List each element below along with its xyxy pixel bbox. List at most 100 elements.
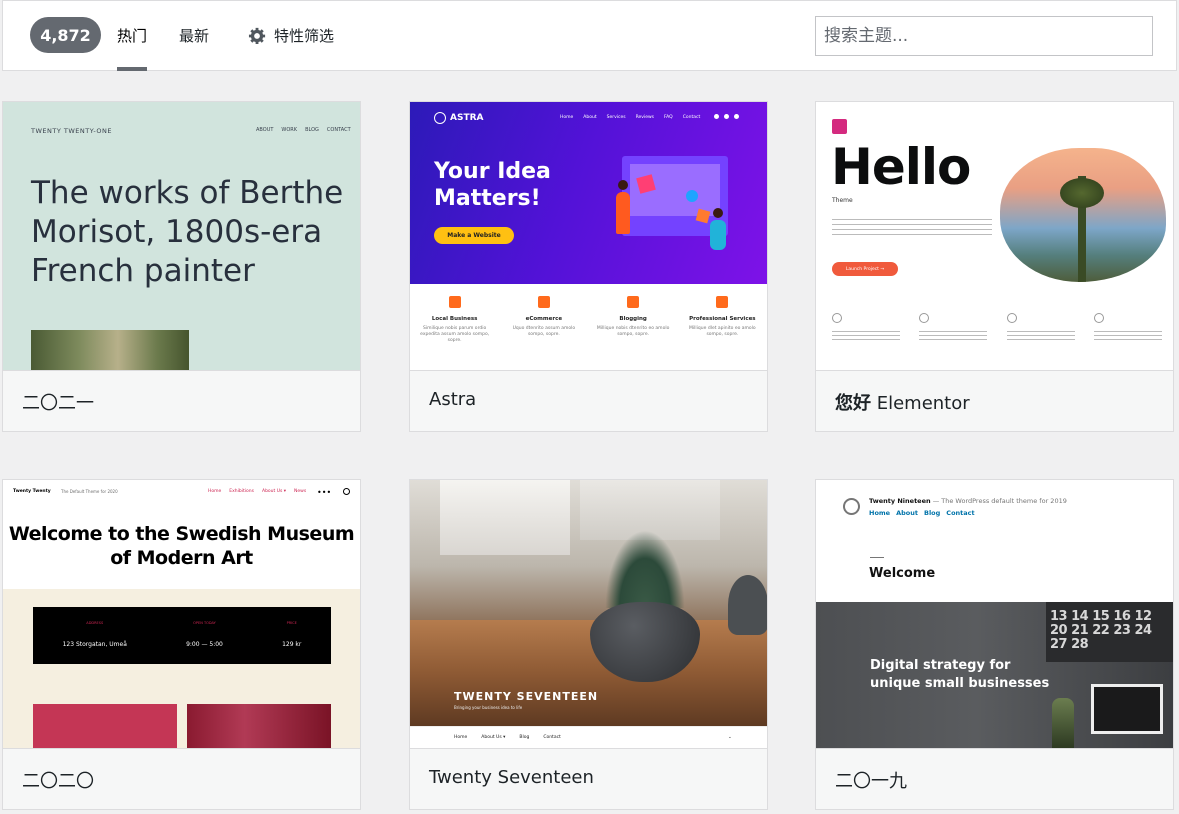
wordpress-logo-icon — [843, 498, 860, 515]
preview-site-title: TWENTY SEVENTEEN — [454, 690, 599, 703]
theme-screenshot[interactable]: Twenty Twenty The Default Theme for 2020… — [3, 480, 360, 748]
preview-nav-item: WORK — [281, 127, 298, 133]
theme-search-input[interactable] — [815, 16, 1153, 56]
preview-nav: Home About Us ▾ Blog Contact ⌄ — [410, 726, 767, 748]
theme-name-en: Elementor — [871, 393, 970, 414]
theme-card-footer: Astra — [410, 370, 767, 431]
preview-nav-item: BLOG — [305, 127, 319, 133]
preview-nav-item: About — [583, 115, 597, 120]
preview-site-name: Twenty Nineteen — [869, 497, 931, 505]
play-icon — [686, 190, 698, 202]
feature-item — [832, 313, 900, 341]
tab-popular[interactable]: 热门 — [117, 25, 148, 71]
preview-headline: Welcome — [869, 566, 936, 581]
preview-brand: Twenty Twenty — [13, 489, 51, 494]
theme-name: 二〇二一 — [22, 393, 94, 414]
preview-nav: Home Exhibitions About Us ▾ News — [208, 489, 306, 494]
preview-cta-button: Launch Project → — [832, 262, 898, 276]
pencil-icon — [627, 296, 640, 308]
lightbulb-icon — [832, 313, 842, 323]
illustration-person-head — [618, 180, 628, 190]
facebook-icon — [714, 114, 719, 119]
info-value: 9:00 — 5:00 — [186, 641, 223, 648]
preview-tagline: Bringing your business idea to life — [454, 705, 523, 710]
info-label: OPEN TODAY — [193, 621, 216, 625]
background-plant — [728, 575, 767, 635]
twitter-icon — [724, 114, 729, 119]
divider — [870, 557, 884, 558]
feature-title: Professional Services — [689, 316, 756, 322]
preview-info-bar: ADDRESS 123 Storgatan, Umeå OPEN TODAY 9:0… — [33, 607, 331, 664]
preview-hero-text: Digital strategy for unique small busine… — [870, 658, 1050, 691]
feature-item — [1093, 313, 1162, 341]
theme-card-twenty-seventeen[interactable]: TWENTY SEVENTEEN Bringing your business … — [409, 479, 768, 810]
theme-screenshot[interactable]: Hello Theme Launch Project → — [816, 102, 1173, 370]
illustration-person-head — [713, 208, 723, 218]
astra-logo-icon — [434, 112, 446, 124]
preview-feature-icons — [832, 313, 1162, 341]
wooden-table — [410, 620, 767, 726]
theme-card-twenty-twenty[interactable]: Twenty Twenty The Default Theme for 2020… — [2, 479, 361, 810]
tab-latest[interactable]: 最新 — [179, 25, 209, 71]
theme-name: 您好 Elementor — [835, 389, 970, 415]
rocket-icon — [1006, 313, 1017, 323]
theme-screenshot[interactable]: Twenty Nineteen — The WordPress default … — [816, 480, 1173, 748]
preview-nav-item: Home — [208, 489, 222, 494]
snowflake-icon — [1093, 313, 1104, 323]
theme-card-footer: 二〇二〇 — [3, 748, 360, 809]
theme-screenshot[interactable]: TWENTY SEVENTEEN Bringing your business … — [410, 480, 767, 748]
theme-name: Astra — [429, 389, 477, 410]
theme-card-footer: Twenty Seventeen — [410, 748, 767, 809]
theme-name: 二〇二〇 — [22, 771, 94, 792]
preview-nav-item: Exhibitions — [229, 489, 254, 494]
theme-screenshot[interactable]: TWENTY TWENTY-ONE ABOUT WORK BLOG CONTAC… — [3, 102, 360, 370]
feature-item: Professional Services Millique dlet apini… — [682, 296, 762, 370]
cart-icon — [537, 296, 550, 308]
feature-text — [1093, 331, 1162, 341]
feature-text — [832, 331, 900, 341]
illustration-person — [710, 220, 726, 250]
cactus-head — [1060, 178, 1104, 208]
theme-screenshot[interactable]: ASTRA Home About Services Reviews FAQ Co… — [410, 102, 767, 370]
info-value: 129 kr — [282, 641, 302, 648]
preview-nav-item: Services — [606, 115, 626, 120]
preview-tagline: The Default Theme for 2020 — [61, 489, 118, 494]
feature-text — [1006, 331, 1075, 341]
preview-nav-item: News — [294, 489, 307, 494]
search-icon — [343, 488, 350, 495]
illustration-person — [616, 192, 630, 234]
info-item: OPEN TODAY 9:00 — 5:00 — [186, 621, 223, 650]
feature-title: eCommerce — [525, 316, 563, 322]
preview-nav-item: Home — [869, 509, 891, 517]
preview-nav-item: Home — [560, 115, 574, 120]
feature-title: Local Business — [431, 316, 478, 322]
preview-tagline: — The WordPress default theme for 2019 — [932, 497, 1067, 505]
info-item: ADDRESS 123 Storgatan, Umeå — [63, 621, 127, 650]
preview-nav-item: ABOUT — [256, 127, 274, 133]
preview-art-image — [187, 704, 331, 748]
preview-nav-item: CONTACT — [326, 127, 351, 133]
theme-card-twenty-twenty-one[interactable]: TWENTY TWENTY-ONE ABOUT WORK BLOG CONTAC… — [2, 101, 361, 432]
feature-text: Uquo dtenrito assum amolo sompo, sopre. — [512, 326, 576, 337]
preview-art-image — [33, 704, 177, 748]
preview-headline: Welcome to the Swedish Museum of Modern … — [8, 523, 355, 569]
theme-card-hello-elementor[interactable]: Hello Theme Launch Project → 您好 Elemento… — [815, 101, 1174, 432]
scroll-down-icon: ⌄ — [728, 735, 732, 740]
preview-body-text — [832, 219, 992, 239]
tab-feature-filter[interactable]: 特性筛选 — [248, 25, 334, 71]
preview-nav: ABOUT WORK BLOG CONTACT — [256, 127, 351, 133]
background-window — [440, 480, 570, 555]
feature-item — [1006, 313, 1075, 341]
theme-card-footer: 您好 Elementor — [816, 370, 1173, 431]
theme-card-twenty-nineteen[interactable]: Twenty Nineteen — The WordPress default … — [815, 479, 1174, 810]
tab-feature-filter-label: 特性筛选 — [274, 27, 335, 45]
preview-nav: Home About Blog Contact — [869, 509, 975, 517]
preview-nav-item: About Us ▾ — [481, 735, 506, 740]
preview-features: Local Business Similique nobis parum ordi… — [410, 284, 767, 370]
preview-nav-item: Reviews — [635, 115, 654, 120]
feature-text — [919, 331, 988, 341]
theme-card-astra[interactable]: ASTRA Home About Services Reviews FAQ Co… — [409, 101, 768, 432]
feature-text: Millique nobis dtenrito eo amolo sompo, … — [596, 326, 670, 337]
elementor-logo-icon — [832, 119, 847, 134]
theme-card-footer: 二〇一九 — [816, 748, 1173, 809]
